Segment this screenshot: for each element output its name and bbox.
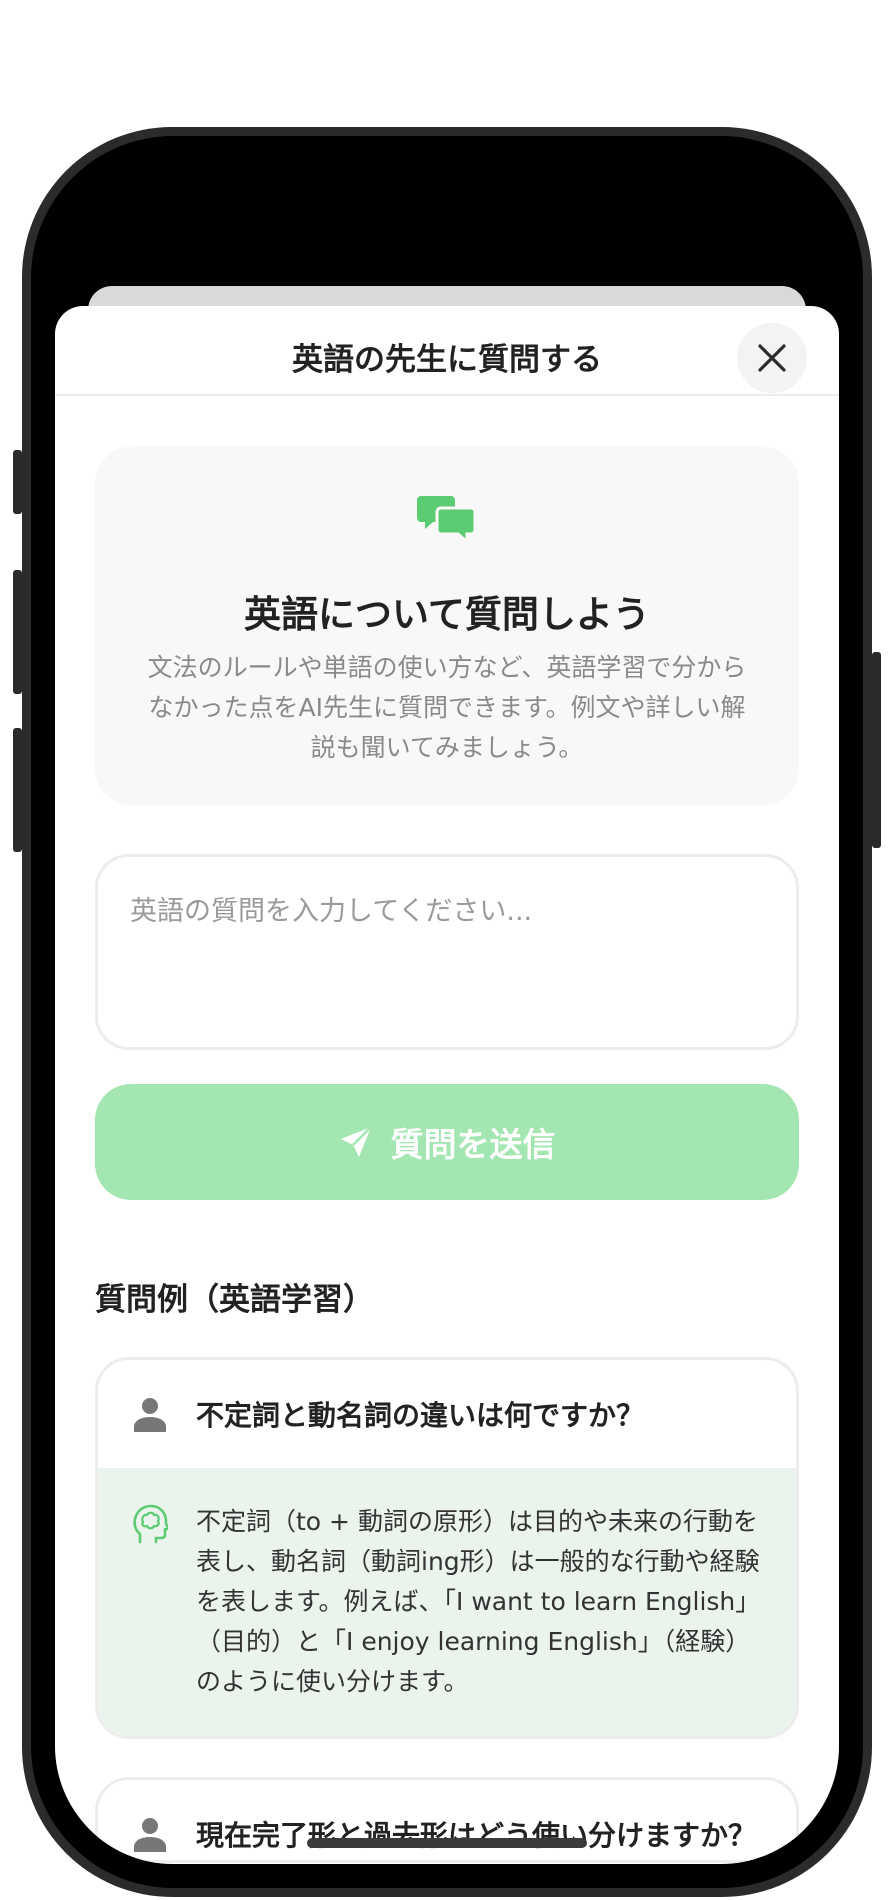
send-question-button[interactable]: 質問を送信 xyxy=(95,1084,799,1200)
example-question: 不定詞と動名詞の違いは何ですか？ xyxy=(98,1360,796,1468)
phone-frame: 英語の先生に質問する 英語について質問しよう 文法のルールや単語の使い方など、英… xyxy=(22,127,872,1897)
intro-card: 英語について質問しよう 文法のルールや単語の使い方など、英語学習で分からなかった… xyxy=(95,446,799,806)
intro-description: 文法のルールや単語の使い方など、英語学習で分からなかった点をAI先生に質問できま… xyxy=(147,653,747,762)
modal-content: 英語について質問しよう 文法のルールや単語の使い方など、英語学習で分からなかった… xyxy=(95,446,799,1863)
example-answer-text: 不定詞（to + 動詞の原形）は目的や未来の行動を表し、動名詞（動詞ing形）は… xyxy=(196,1507,761,1696)
modal-sheet: 英語の先生に質問する 英語について質問しよう 文法のルールや単語の使い方など、英… xyxy=(55,306,839,1864)
modal-title: 英語の先生に質問する xyxy=(292,342,602,378)
side-button-volume-up xyxy=(13,570,22,694)
phone-screen: 英語の先生に質問する 英語について質問しよう 文法のルールや単語の使い方など、英… xyxy=(55,136,839,1864)
chat-bubbles-icon xyxy=(417,496,477,544)
question-input-box[interactable] xyxy=(95,854,799,1050)
side-button-power xyxy=(872,652,881,848)
examples-section-title: 質問例（英語学習） xyxy=(95,1282,374,1318)
example-question-text: 不定詞と動名詞の違いは何ですか？ xyxy=(196,1399,645,1432)
close-icon xyxy=(758,344,786,372)
example-question-text-2: 現在完了形と過去形はどう使い分けますか？ xyxy=(196,1819,757,1852)
example-question-2: 現在完了形と過去形はどう使い分けますか？ xyxy=(98,1780,796,1860)
phone-bezel: 英語の先生に質問する 英語について質問しよう 文法のルールや単語の使い方など、英… xyxy=(31,136,863,1888)
intro-title: 英語について質問しよう xyxy=(244,593,650,636)
example-card[interactable]: 不定詞と動名詞の違いは何ですか？ 不定詞（to + 動詞の原形）は目的や未来の行… xyxy=(95,1357,799,1739)
user-icon xyxy=(134,1398,166,1432)
close-button[interactable] xyxy=(737,323,807,393)
send-icon xyxy=(340,1126,372,1157)
question-input[interactable] xyxy=(128,887,766,1027)
brain-head-icon xyxy=(133,1504,168,1544)
side-button-volume-down xyxy=(13,728,22,852)
side-button-mute xyxy=(13,450,22,514)
send-button-label: 質問を送信 xyxy=(390,1125,556,1164)
home-indicator[interactable] xyxy=(307,1838,587,1848)
example-answer: 不定詞（to + 動詞の原形）は目的や未来の行動を表し、動名詞（動詞ing形）は… xyxy=(98,1468,796,1736)
modal-header: 英語の先生に質問する xyxy=(55,306,839,396)
user-icon xyxy=(134,1818,166,1852)
example-card-2[interactable]: 現在完了形と過去形はどう使い分けますか？ xyxy=(95,1777,799,1863)
